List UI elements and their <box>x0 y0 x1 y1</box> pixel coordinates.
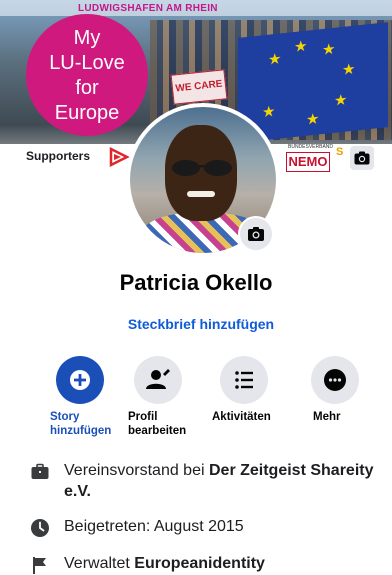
info-row-manages: Verwaltet Europeanidentity <box>30 553 390 575</box>
info-row-work: Vereinsvorstand bei Der Zeitgeist Sharei… <box>30 460 390 504</box>
info-prefix: Vereinsvorstand bei <box>64 462 209 479</box>
info-text: Beigetreten: August 2015 <box>64 518 244 535</box>
sunglasses-icon <box>172 160 232 176</box>
eu-flag: ★ ★ ★ ★ ★ ★ ★ <box>238 22 388 143</box>
edit-profile-circle[interactable] <box>134 356 182 404</box>
clock-icon <box>31 519 49 537</box>
slogan-text: My LU-Love for Europe <box>26 26 148 126</box>
supporters-label: Supporters <box>26 149 91 163</box>
cover-camera-button[interactable] <box>350 146 374 170</box>
info-row-joined: Beigetreten: August 2015 <box>30 516 390 538</box>
label-line: hinzufügen <box>50 425 112 437</box>
info-prefix: Verwaltet <box>64 555 135 572</box>
plus-icon <box>70 370 90 390</box>
protest-banner: WE CARE <box>170 69 228 105</box>
camera-icon <box>248 227 264 241</box>
label-line: Profil <box>128 411 158 423</box>
briefcase-icon <box>31 463 49 479</box>
nemo-small-text: BUNDESVERBAND <box>288 144 334 150</box>
more-button[interactable]: Mehr <box>305 356 385 424</box>
activities-button[interactable]: Aktivitäten <box>212 356 294 424</box>
slogan-line: My <box>73 27 101 49</box>
edit-profile-label: Profil bearbeiten <box>128 410 208 438</box>
page-link[interactable]: Europeanidentity <box>134 555 265 572</box>
add-story-label: Story hinzufügen <box>50 410 130 438</box>
add-story-button[interactable]: Story hinzufügen <box>50 356 130 438</box>
avatar-camera-button[interactable] <box>238 216 274 252</box>
label-line: bearbeiten <box>128 425 187 437</box>
list-icon <box>235 371 253 389</box>
city-text: LUDWIGSHAFEN AM RHEIN <box>78 3 218 14</box>
edit-profile-icon <box>146 369 170 389</box>
slogan-line: LU-Love <box>49 52 125 74</box>
more-icon <box>324 369 346 391</box>
slogan-line: Europe <box>54 102 120 124</box>
partner-logo: S <box>336 146 344 158</box>
add-bio-link[interactable]: Steckbrief hinzufügen <box>0 316 392 332</box>
camera-icon <box>354 151 370 165</box>
add-story-circle[interactable] <box>56 356 104 404</box>
activities-circle[interactable] <box>220 356 268 404</box>
flag-icon <box>33 557 46 574</box>
more-label: Mehr <box>313 411 341 423</box>
more-circle[interactable] <box>311 356 359 404</box>
nemo-logo: NEMO <box>286 152 330 172</box>
activities-label: Aktivitäten <box>212 411 271 423</box>
edit-profile-button[interactable]: Profil bearbeiten <box>128 356 208 438</box>
info-text: Vereinsvorstand bei Der Zeitgeist Sharei… <box>64 460 384 502</box>
info-text: Verwaltet Europeanidentity <box>64 553 384 574</box>
avatar-smile <box>187 191 215 197</box>
profile-name: Patricia Okello <box>119 270 273 295</box>
slogan-line: for <box>75 77 99 99</box>
label-line: Story <box>50 411 80 423</box>
